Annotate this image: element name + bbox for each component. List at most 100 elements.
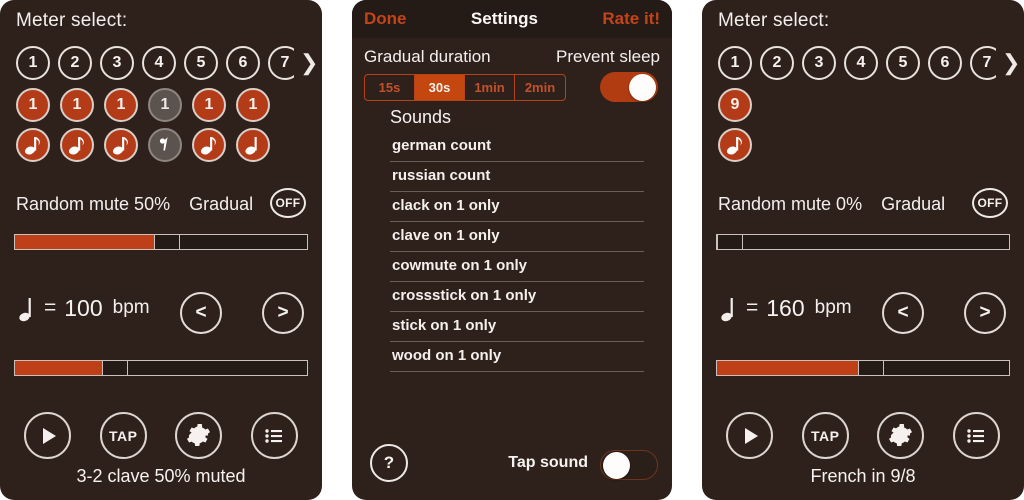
- meter-number-4[interactable]: 4: [844, 46, 878, 80]
- meter-number-1[interactable]: 1: [718, 46, 752, 80]
- gradual-toggle-badge[interactable]: OFF: [972, 188, 1008, 218]
- meter-number-5[interactable]: 5: [886, 46, 920, 80]
- note-circle-1[interactable]: [718, 128, 752, 162]
- tap-button[interactable]: TAP: [801, 412, 849, 459]
- eighth-note-icon: [200, 137, 216, 155]
- tempo-unit: bpm: [814, 297, 852, 318]
- sound-item-crossstick-on-1-only[interactable]: crossstick on 1 only: [390, 282, 644, 311]
- tempo-value[interactable]: 100: [64, 295, 102, 322]
- note-circle-3[interactable]: [104, 128, 138, 162]
- list-divider: [390, 371, 644, 372]
- meter-number-2[interactable]: 2: [58, 46, 92, 80]
- random-mute-label: Random mute 50%: [16, 194, 171, 214]
- play-button[interactable]: [24, 412, 72, 459]
- tempo-slider[interactable]: [716, 360, 1010, 376]
- note-value-row: [718, 128, 752, 162]
- slider-handle[interactable]: [858, 360, 884, 376]
- meter-number-7[interactable]: 7: [970, 46, 996, 80]
- meter-number-2[interactable]: 2: [760, 46, 794, 80]
- settings-button[interactable]: [877, 412, 925, 459]
- tempo-increase-button[interactable]: >: [964, 292, 1006, 334]
- tempo-display: = 160 bpm: [720, 292, 852, 324]
- meter-number-1[interactable]: 1: [16, 46, 50, 80]
- eighth-note-icon: [112, 137, 128, 155]
- tempo-decrease-button[interactable]: <: [180, 292, 222, 334]
- sound-item-german-count[interactable]: german count: [390, 132, 644, 161]
- tempo-slider[interactable]: [14, 360, 308, 376]
- settings-panel: Done Settings Rate it! Gradual duration …: [352, 0, 672, 500]
- random-mute-slider[interactable]: [716, 234, 1010, 250]
- sound-item-russian-count[interactable]: russian count: [390, 162, 644, 191]
- rate-it-button[interactable]: Rate it!: [602, 9, 660, 29]
- play-button[interactable]: [726, 412, 774, 459]
- sound-item-stick-on-1-only[interactable]: stick on 1 only: [390, 312, 644, 341]
- play-icon: [744, 427, 758, 444]
- beat-circle-5[interactable]: 1: [192, 88, 226, 122]
- list-button[interactable]: [250, 412, 298, 459]
- beat-circle-4[interactable]: 1: [148, 88, 182, 122]
- tap-button[interactable]: TAP: [99, 412, 147, 459]
- slider-handle[interactable]: [154, 234, 180, 250]
- beat-circle-1[interactable]: 9: [718, 88, 752, 122]
- done-button[interactable]: Done: [364, 9, 407, 29]
- slider-fill: [716, 360, 858, 376]
- sound-item-clave-on-1-only[interactable]: clave on 1 only: [390, 222, 644, 251]
- help-button[interactable]: ?: [370, 444, 408, 482]
- screenshot-stage: Meter select: 1 2 3 4 5 6 7 ❯ 1 1 1 1 1 …: [0, 0, 1024, 500]
- prevent-sleep-toggle[interactable]: [600, 72, 658, 102]
- slider-handle[interactable]: [102, 360, 128, 376]
- slider-handle[interactable]: [717, 234, 743, 250]
- eighth-note-icon: [726, 137, 742, 155]
- chevron-right-icon[interactable]: ❯: [300, 52, 318, 74]
- meter-number-7[interactable]: 7: [268, 46, 294, 80]
- meter-number-6[interactable]: 6: [226, 46, 260, 80]
- note-circle-1[interactable]: [16, 128, 50, 162]
- meter-select-label: Meter select:: [718, 10, 830, 31]
- note-circle-5[interactable]: [192, 128, 226, 162]
- tap-sound-label: Tap sound: [508, 454, 588, 471]
- duration-option-30s[interactable]: 30s: [415, 75, 465, 100]
- meter-number-4[interactable]: 4: [142, 46, 176, 80]
- tempo-decrease-button[interactable]: <: [882, 292, 924, 334]
- sound-item-wood-on-1-only[interactable]: wood on 1 only: [390, 342, 644, 371]
- duration-option-1min[interactable]: 1min: [465, 75, 515, 100]
- meter-number-3[interactable]: 3: [100, 46, 134, 80]
- meter-number-6[interactable]: 6: [928, 46, 962, 80]
- settings-button[interactable]: [175, 412, 223, 459]
- duration-option-2min[interactable]: 2min: [515, 75, 565, 100]
- tempo-display: = 100 bpm: [18, 292, 150, 324]
- tempo-increase-button[interactable]: >: [262, 292, 304, 334]
- play-icon: [42, 427, 56, 444]
- gear-icon: [889, 423, 913, 447]
- meter-select-label: Meter select:: [16, 10, 128, 31]
- eighth-note-icon: [24, 137, 40, 155]
- meter-number-5[interactable]: 5: [184, 46, 218, 80]
- tap-sound-toggle[interactable]: [600, 450, 658, 480]
- meter-number-row: 1 2 3 4 5 6 7 ❯: [16, 46, 318, 80]
- beat-circle-3[interactable]: 1: [104, 88, 138, 122]
- gradual-label: Gradual: [881, 194, 946, 214]
- note-circle-6[interactable]: [236, 128, 270, 162]
- gradual-duration-segmented-control: 15s 30s 1min 2min: [364, 74, 566, 101]
- tempo-value[interactable]: 160: [766, 295, 804, 322]
- meter-number-3[interactable]: 3: [802, 46, 836, 80]
- mute-gradual-row: Random mute 50% Gradual: [16, 194, 253, 215]
- beat-circle-1[interactable]: 1: [16, 88, 50, 122]
- random-mute-slider[interactable]: [14, 234, 308, 250]
- duration-option-15s[interactable]: 15s: [365, 75, 415, 100]
- eighth-note-icon: [68, 137, 84, 155]
- note-circle-4[interactable]: [148, 128, 182, 162]
- note-circle-2[interactable]: [60, 128, 94, 162]
- metronome-panel-right: Meter select: 1 2 3 4 5 6 7 ❯ 9 Random m…: [702, 0, 1024, 500]
- beat-circle-2[interactable]: 1: [60, 88, 94, 122]
- tempo-equals: =: [746, 296, 759, 319]
- sounds-section-title: Sounds: [390, 107, 452, 127]
- chevron-right-icon[interactable]: ❯: [1002, 52, 1020, 74]
- beat-circle-6[interactable]: 1: [236, 88, 270, 122]
- sound-item-cowmute-on-1-only[interactable]: cowmute on 1 only: [390, 252, 644, 281]
- sound-item-clack-on-1-only[interactable]: clack on 1 only: [390, 192, 644, 221]
- gradual-toggle-badge[interactable]: OFF: [270, 188, 306, 218]
- bottom-toolbar: TAP: [0, 412, 322, 459]
- list-button[interactable]: [952, 412, 1000, 459]
- list-icon: [265, 428, 283, 443]
